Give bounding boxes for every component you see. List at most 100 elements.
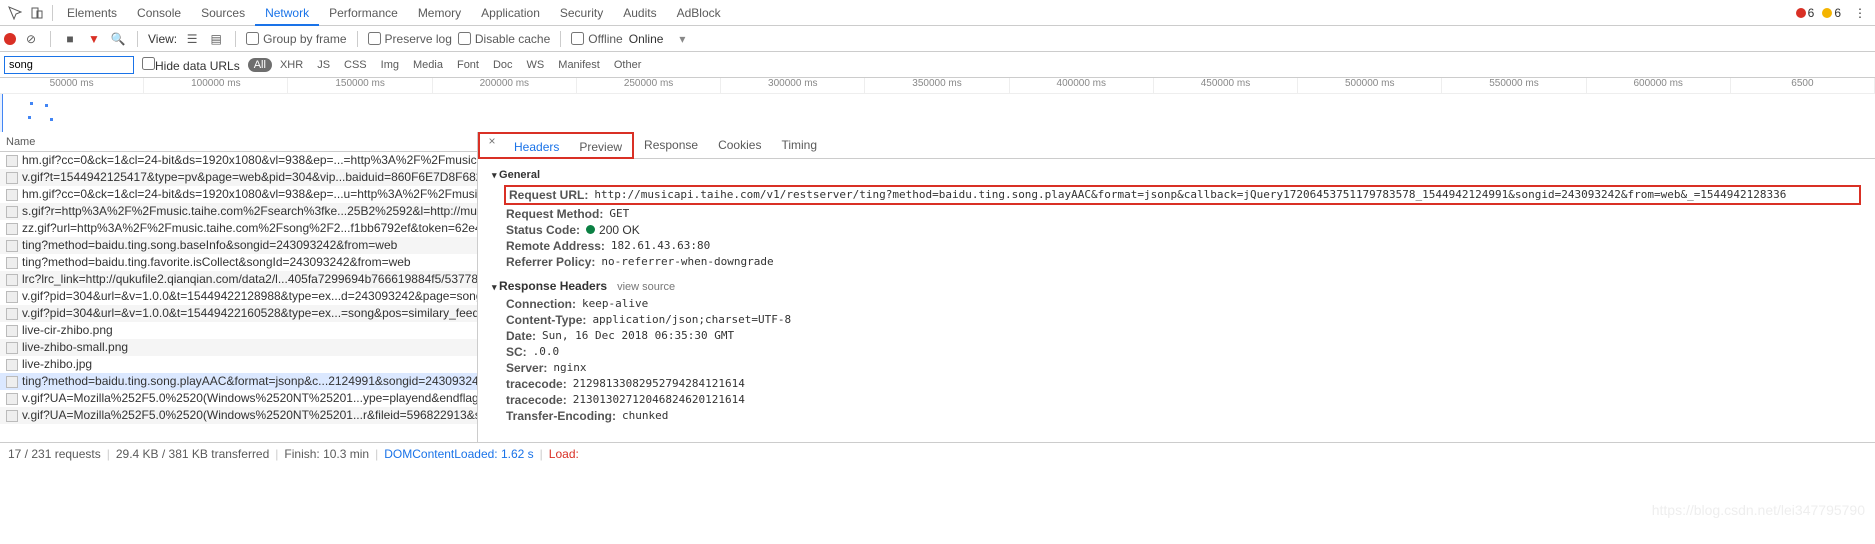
request-row[interactable]: ting?method=baidu.ting.favorite.isCollec…: [0, 254, 477, 271]
dropdown-icon[interactable]: ▾: [679, 32, 685, 46]
timeline-tick: 150000 ms: [288, 78, 432, 93]
tab-network[interactable]: Network: [255, 0, 319, 26]
request-row[interactable]: ting?method=baidu.ting.song.baseInfo&son…: [0, 237, 477, 254]
watermark: https://blog.csdn.net/lei347795790: [1652, 502, 1865, 518]
filter-input[interactable]: [4, 56, 134, 74]
request-count: 17 / 231 requests: [8, 447, 101, 461]
name-column-header[interactable]: Name: [0, 132, 477, 152]
finish-time: Finish: 10.3 min: [284, 447, 369, 461]
filter-chip-other[interactable]: Other: [608, 58, 648, 72]
inspect-icon[interactable]: [4, 2, 26, 24]
load-time: Load:: [549, 447, 579, 461]
request-url-row: Request URL: http://musicapi.taihe.com/v…: [504, 185, 1861, 205]
response-headers-section[interactable]: Response Headersview source: [492, 279, 1861, 293]
filter-chip-all[interactable]: All: [248, 58, 272, 72]
error-indicator[interactable]: 6 6: [1796, 6, 1841, 20]
request-name: hm.gif?cc=0&ck=1&cl=24-bit&ds=1920x1080&…: [22, 152, 477, 169]
tab-response[interactable]: Response: [634, 132, 708, 159]
request-row[interactable]: hm.gif?cc=0&ck=1&cl=24-bit&ds=1920x1080&…: [0, 152, 477, 169]
request-name: v.gif?t=1544942125417&type=pv&page=web&p…: [22, 169, 477, 186]
file-icon: [6, 291, 18, 303]
timeline-tick: 500000 ms: [1298, 78, 1442, 93]
throttling-select[interactable]: Online: [629, 32, 664, 46]
tab-elements[interactable]: Elements: [57, 0, 127, 26]
general-section[interactable]: General: [492, 169, 1861, 181]
waterfall-icon[interactable]: ▤: [207, 32, 225, 46]
devtools-tabs: ElementsConsoleSourcesNetworkPerformance…: [0, 0, 1875, 26]
file-icon: [6, 274, 18, 286]
request-row[interactable]: live-cir-zhibo.png: [0, 322, 477, 339]
preserve-log-checkbox[interactable]: Preserve log: [368, 32, 452, 46]
request-row[interactable]: live-zhibo-small.png: [0, 339, 477, 356]
filter-chip-ws[interactable]: WS: [521, 58, 551, 72]
tab-console[interactable]: Console: [127, 0, 191, 26]
timeline-tick: 400000 ms: [1010, 78, 1154, 93]
tab-audits[interactable]: Audits: [613, 0, 666, 26]
tab-preview[interactable]: Preview: [569, 134, 632, 161]
request-name: ting?method=baidu.ting.favorite.isCollec…: [22, 254, 411, 271]
request-row[interactable]: v.gif?t=1544942125417&type=pv&page=web&p…: [0, 169, 477, 186]
request-row[interactable]: ting?method=baidu.ting.song.playAAC&form…: [0, 373, 477, 390]
request-row[interactable]: zz.gif?url=http%3A%2F%2Fmusic.taihe.com%…: [0, 220, 477, 237]
response-header-row: SC:.0.0: [506, 345, 1861, 359]
camera-icon[interactable]: ■: [61, 32, 79, 46]
filter-chip-manifest[interactable]: Manifest: [552, 58, 606, 72]
request-row[interactable]: v.gif?pid=304&url=&v=1.0.0&t=15449422160…: [0, 305, 477, 322]
tab-security[interactable]: Security: [550, 0, 613, 26]
device-toggle-icon[interactable]: [26, 2, 48, 24]
request-row[interactable]: v.gif?UA=Mozilla%252F5.0%2520(Windows%25…: [0, 407, 477, 424]
request-url-value[interactable]: http://musicapi.taihe.com/v1/restserver/…: [594, 188, 1786, 202]
close-details-icon[interactable]: ×: [480, 134, 504, 157]
request-name: v.gif?UA=Mozilla%252F5.0%2520(Windows%25…: [22, 390, 477, 407]
filter-toggle-icon[interactable]: ▼: [85, 32, 103, 46]
timeline-tick: 550000 ms: [1442, 78, 1586, 93]
tab-performance[interactable]: Performance: [319, 0, 408, 26]
request-row[interactable]: v.gif?UA=Mozilla%252F5.0%2520(Windows%25…: [0, 390, 477, 407]
filter-chip-css[interactable]: CSS: [338, 58, 373, 72]
tab-sources[interactable]: Sources: [191, 0, 255, 26]
request-row[interactable]: v.gif?pid=304&url=&v=1.0.0&t=15449422128…: [0, 288, 477, 305]
filter-chip-doc[interactable]: Doc: [487, 58, 519, 72]
tab-headers[interactable]: Headers: [504, 134, 569, 161]
request-row[interactable]: lrc?lrc_link=http://qukufile2.qianqian.c…: [0, 271, 477, 288]
domcontentloaded-time: DOMContentLoaded: 1.62 s: [384, 447, 533, 461]
request-method-value: GET: [609, 207, 629, 221]
request-row[interactable]: live-zhibo.jpg: [0, 356, 477, 373]
view-source-link[interactable]: view source: [617, 281, 675, 293]
large-rows-icon[interactable]: ☰: [183, 32, 201, 46]
response-header-row: Transfer-Encoding:chunked: [506, 409, 1861, 423]
tab-timing[interactable]: Timing: [771, 132, 827, 159]
request-row[interactable]: hm.gif?cc=0&ck=1&cl=24-bit&ds=1920x1080&…: [0, 186, 477, 203]
response-header-row: Content-Type:application/json;charset=UT…: [506, 313, 1861, 327]
status-bar: 17 / 231 requests| 29.4 KB / 381 KB tran…: [0, 442, 1875, 464]
response-header-row: tracecode:21298133082952794284121614: [506, 377, 1861, 391]
view-label: View:: [148, 32, 177, 46]
timeline-overview[interactable]: 50000 ms100000 ms150000 ms200000 ms25000…: [0, 78, 1875, 132]
file-icon: [6, 223, 18, 235]
request-name: ting?method=baidu.ting.song.playAAC&form…: [22, 373, 477, 390]
more-icon[interactable]: ⋮: [1849, 2, 1871, 24]
filter-chip-img[interactable]: Img: [375, 58, 405, 72]
filter-chip-media[interactable]: Media: [407, 58, 449, 72]
file-icon: [6, 376, 18, 388]
tab-cookies[interactable]: Cookies: [708, 132, 771, 159]
tab-application[interactable]: Application: [471, 0, 550, 26]
tab-adblock[interactable]: AdBlock: [667, 0, 731, 26]
hide-data-urls-checkbox[interactable]: Hide data URLs: [142, 57, 240, 73]
request-name: zz.gif?url=http%3A%2F%2Fmusic.taihe.com%…: [22, 220, 477, 237]
record-button[interactable]: [4, 33, 16, 45]
timeline-tick: 200000 ms: [433, 78, 577, 93]
filter-chip-font[interactable]: Font: [451, 58, 485, 72]
timeline-tick: 450000 ms: [1154, 78, 1298, 93]
disable-cache-checkbox[interactable]: Disable cache: [458, 32, 550, 46]
filter-chip-xhr[interactable]: XHR: [274, 58, 309, 72]
tab-memory[interactable]: Memory: [408, 0, 471, 26]
offline-checkbox[interactable]: Offline: [571, 32, 622, 46]
clear-icon[interactable]: ⊘: [22, 32, 40, 46]
filter-chip-js[interactable]: JS: [311, 58, 336, 72]
timeline-tick: 50000 ms: [0, 78, 144, 93]
search-icon[interactable]: 🔍: [109, 32, 127, 46]
group-by-frame-checkbox[interactable]: Group by frame: [246, 32, 346, 46]
request-row[interactable]: s.gif?r=http%3A%2F%2Fmusic.taihe.com%2Fs…: [0, 203, 477, 220]
response-header-row: Connection:keep-alive: [506, 297, 1861, 311]
